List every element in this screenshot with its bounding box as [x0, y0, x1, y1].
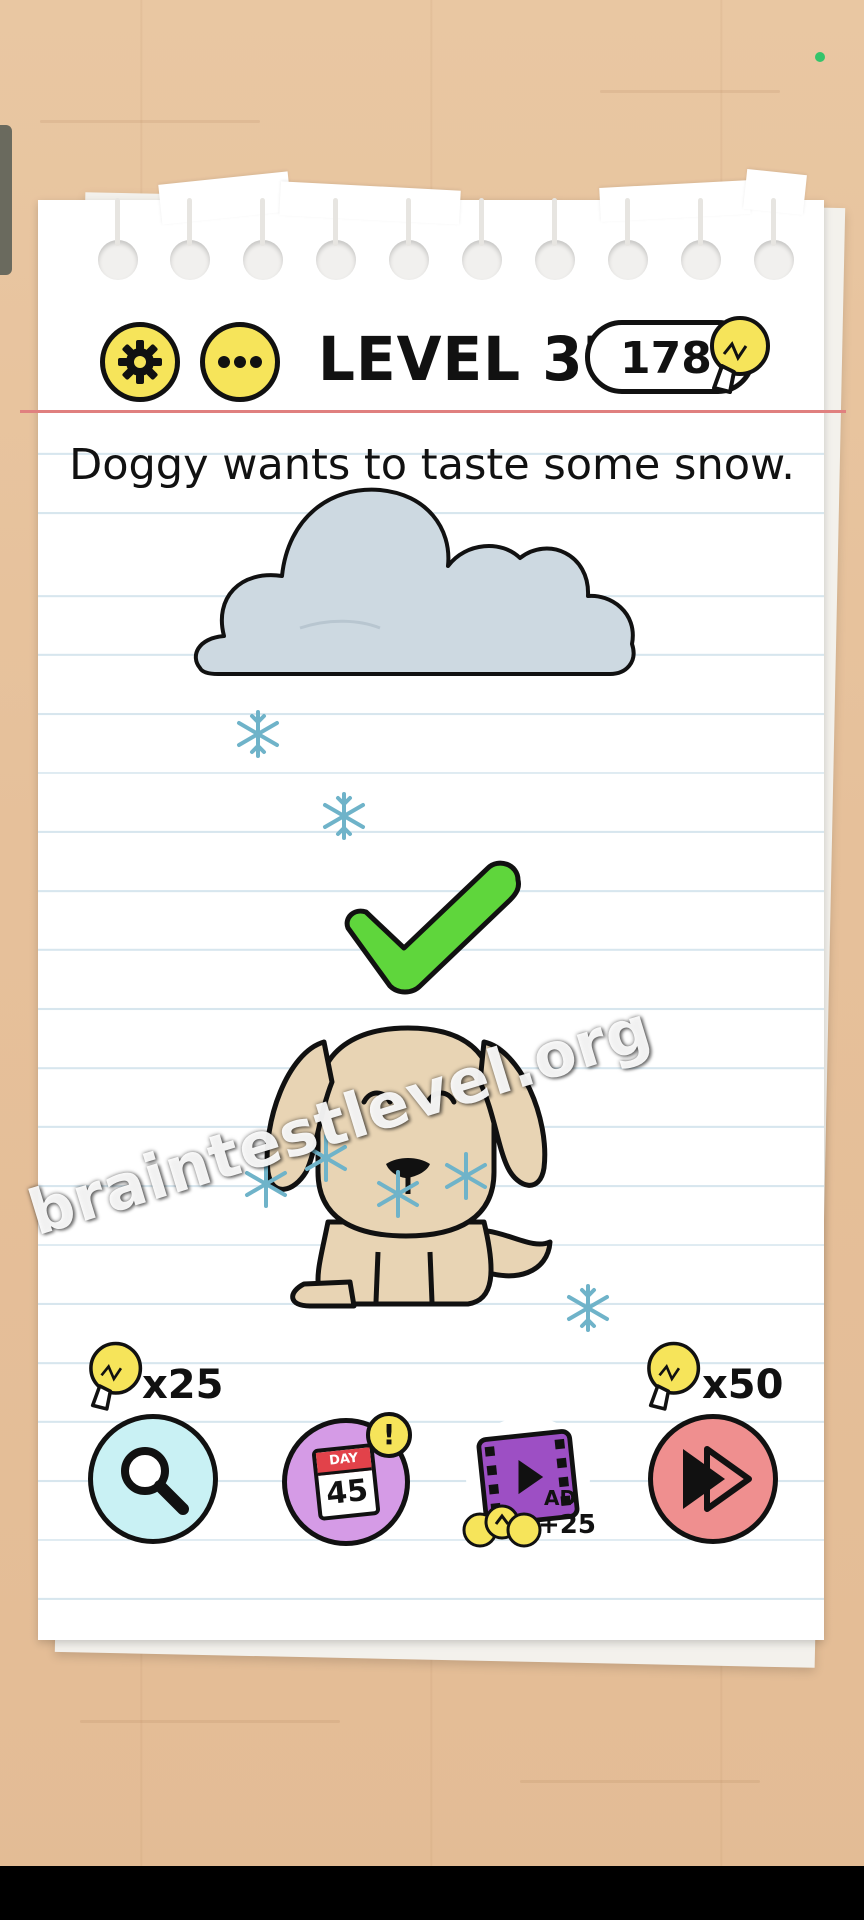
calendar-alert-badge: !: [366, 1412, 412, 1458]
snowflake-icon[interactable]: [562, 1282, 614, 1334]
binder-hole: [681, 198, 721, 280]
binder-hole: [98, 198, 138, 280]
search-cost: x25: [142, 1362, 224, 1408]
checkmark-icon: [344, 860, 521, 995]
wood-grain: [600, 90, 780, 93]
search-hint-button[interactable]: [88, 1414, 218, 1544]
system-navigation-bar: [0, 1866, 864, 1920]
cloud-icon[interactable]: [190, 478, 640, 692]
binder-hole: [754, 198, 794, 280]
lightbulb-icon: [710, 316, 770, 394]
calendar-icon: DAY 45: [311, 1442, 381, 1522]
wood-grain: [40, 120, 260, 123]
binder-hole: [316, 198, 356, 280]
status-indicator-dot: [815, 52, 825, 62]
snowflake-icon[interactable]: [232, 708, 284, 760]
video-reward: +25: [538, 1510, 596, 1540]
snowflake-icon[interactable]: [318, 790, 370, 842]
edge-handle[interactable]: [0, 125, 12, 275]
settings-button[interactable]: [100, 322, 180, 402]
skip-level-button[interactable]: [648, 1414, 778, 1544]
binder-hole: [608, 198, 648, 280]
hint-count: 178: [620, 333, 712, 384]
wood-grain: [520, 1780, 760, 1783]
lightbulb-icon: [89, 1341, 143, 1411]
snowflake-icon[interactable]: [440, 1150, 492, 1202]
video-ad-label: AD: [544, 1486, 577, 1510]
wood-grain: [80, 1720, 340, 1723]
skip-cost: x50: [702, 1362, 784, 1408]
more-options-button[interactable]: [200, 322, 280, 402]
margin-line: [20, 410, 846, 413]
fast-forward-icon: [683, 1446, 752, 1512]
binder-hole: [170, 198, 210, 280]
snowflake-icon[interactable]: [372, 1168, 424, 1220]
lightbulbs-reward-icon: [462, 1504, 542, 1548]
calendar-day-number: 45: [324, 1472, 370, 1513]
more-dots-icon: [218, 356, 262, 368]
binder-hole: [535, 198, 575, 280]
magnifier-icon: [121, 1447, 189, 1515]
binder-hole: [462, 198, 502, 280]
lightbulb-icon: [647, 1341, 701, 1411]
binder-hole: [243, 198, 283, 280]
gear-icon: [118, 340, 162, 384]
binder-hole: [389, 198, 429, 280]
